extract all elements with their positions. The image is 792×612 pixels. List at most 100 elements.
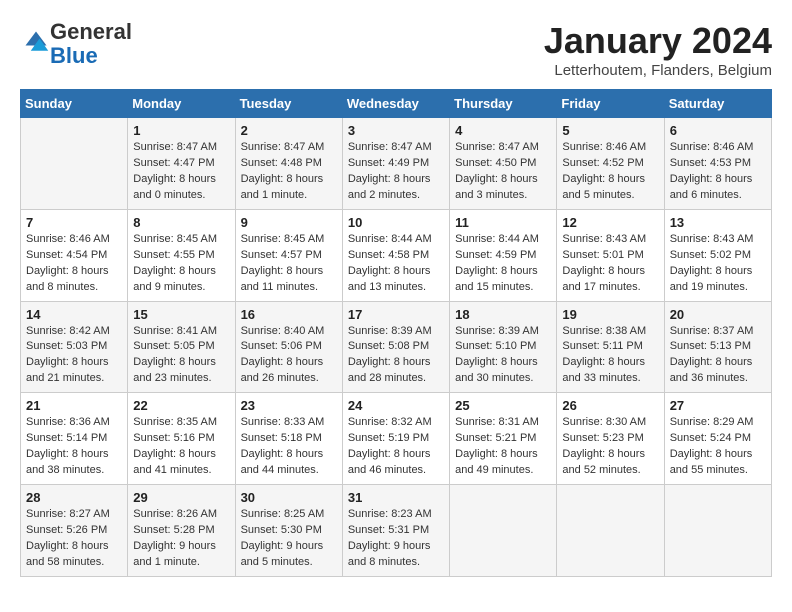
calendar-cell: 9 Sunrise: 8:45 AMSunset: 4:57 PMDaylight… bbox=[235, 209, 342, 301]
calendar-cell: 15Sunrise: 8:41 AMSunset: 5:05 PMDayligh… bbox=[128, 301, 235, 393]
day-info: Sunrise: 8:46 AMSunset: 4:54 PMDaylight:… bbox=[26, 232, 122, 296]
day-info: Sunrise: 8:46 AMSunset: 4:52 PMDaylight:… bbox=[562, 140, 658, 204]
day-info: Sunrise: 8:39 AMSunset: 5:10 PMDaylight:… bbox=[455, 324, 551, 388]
day-number: 14 bbox=[26, 307, 122, 322]
day-info: Sunrise: 8:47 AMSunset: 4:48 PMDaylight:… bbox=[241, 140, 337, 204]
day-info: Sunrise: 8:44 AMSunset: 4:58 PMDaylight:… bbox=[348, 232, 444, 296]
day-number: 25 bbox=[455, 398, 551, 413]
day-info: Sunrise: 8:47 AMSunset: 4:47 PMDaylight:… bbox=[133, 140, 229, 204]
calendar-cell: 26 Sunrise: 8:30 AMSunset: 5:23 PMDayligh… bbox=[557, 393, 664, 485]
weekday-header-wednesday: Wednesday bbox=[342, 90, 449, 118]
weekday-header-tuesday: Tuesday bbox=[235, 90, 342, 118]
day-info: Sunrise: 8:37 AMSunset: 5:13 PMDaylight:… bbox=[670, 324, 766, 388]
calendar-cell: 18Sunrise: 8:39 AMSunset: 5:10 PMDayligh… bbox=[450, 301, 557, 393]
calendar-table: SundayMondayTuesdayWednesdayThursdayFrid… bbox=[20, 89, 772, 577]
day-info: Sunrise: 8:32 AMSunset: 5:19 PMDaylight:… bbox=[348, 415, 444, 479]
day-number: 23 bbox=[241, 398, 337, 413]
day-number: 22 bbox=[133, 398, 229, 413]
weekday-header-saturday: Saturday bbox=[664, 90, 771, 118]
calendar-cell: 11 Sunrise: 8:44 AMSunset: 4:59 PMDayligh… bbox=[450, 209, 557, 301]
day-number: 12 bbox=[562, 215, 658, 230]
weekday-header-monday: Monday bbox=[128, 90, 235, 118]
day-info: Sunrise: 8:42 AMSunset: 5:03 PMDaylight:… bbox=[26, 324, 122, 388]
day-info: Sunrise: 8:35 AMSunset: 5:16 PMDaylight:… bbox=[133, 415, 229, 479]
calendar-body: 1 Sunrise: 8:47 AMSunset: 4:47 PMDaylight… bbox=[21, 118, 772, 577]
day-number: 30 bbox=[241, 490, 337, 505]
logo-blue: Blue bbox=[50, 43, 98, 68]
day-info: Sunrise: 8:40 AMSunset: 5:06 PMDaylight:… bbox=[241, 324, 337, 388]
calendar-cell: 12 Sunrise: 8:43 AMSunset: 5:01 PMDayligh… bbox=[557, 209, 664, 301]
calendar-cell: 14 Sunrise: 8:42 AMSunset: 5:03 PMDayligh… bbox=[21, 301, 128, 393]
logo-icon bbox=[22, 28, 50, 56]
calendar-cell: 20 Sunrise: 8:37 AMSunset: 5:13 PMDayligh… bbox=[664, 301, 771, 393]
day-info: Sunrise: 8:23 AMSunset: 5:31 PMDaylight:… bbox=[348, 507, 444, 571]
day-info: Sunrise: 8:25 AMSunset: 5:30 PMDaylight:… bbox=[241, 507, 337, 571]
day-number: 24 bbox=[348, 398, 444, 413]
day-info: Sunrise: 8:36 AMSunset: 5:14 PMDaylight:… bbox=[26, 415, 122, 479]
day-number: 3 bbox=[348, 123, 444, 138]
calendar-cell: 7 Sunrise: 8:46 AMSunset: 4:54 PMDaylight… bbox=[21, 209, 128, 301]
calendar-cell: 30 Sunrise: 8:25 AMSunset: 5:30 PMDayligh… bbox=[235, 485, 342, 577]
day-number: 5 bbox=[562, 123, 658, 138]
day-info: Sunrise: 8:26 AMSunset: 5:28 PMDaylight:… bbox=[133, 507, 229, 571]
calendar-cell bbox=[21, 118, 128, 210]
day-number: 17 bbox=[348, 307, 444, 322]
calendar-week-row: 21 Sunrise: 8:36 AMSunset: 5:14 PMDayligh… bbox=[21, 393, 772, 485]
calendar-cell: 16Sunrise: 8:40 AMSunset: 5:06 PMDayligh… bbox=[235, 301, 342, 393]
day-info: Sunrise: 8:38 AMSunset: 5:11 PMDaylight:… bbox=[562, 324, 658, 388]
day-number: 7 bbox=[26, 215, 122, 230]
day-number: 9 bbox=[241, 215, 337, 230]
day-info: Sunrise: 8:46 AMSunset: 4:53 PMDaylight:… bbox=[670, 140, 766, 204]
day-info: Sunrise: 8:45 AMSunset: 4:57 PMDaylight:… bbox=[241, 232, 337, 296]
calendar-cell: 31 Sunrise: 8:23 AMSunset: 5:31 PMDayligh… bbox=[342, 485, 449, 577]
day-number: 31 bbox=[348, 490, 444, 505]
calendar-cell: 28Sunrise: 8:27 AMSunset: 5:26 PMDayligh… bbox=[21, 485, 128, 577]
day-info: Sunrise: 8:47 AMSunset: 4:50 PMDaylight:… bbox=[455, 140, 551, 204]
weekday-header-sunday: Sunday bbox=[21, 90, 128, 118]
header: General Blue January 2024 Letterhoutem, … bbox=[20, 20, 772, 79]
day-number: 20 bbox=[670, 307, 766, 322]
day-info: Sunrise: 8:44 AMSunset: 4:59 PMDaylight:… bbox=[455, 232, 551, 296]
calendar-cell: 23Sunrise: 8:33 AMSunset: 5:18 PMDayligh… bbox=[235, 393, 342, 485]
day-info: Sunrise: 8:29 AMSunset: 5:24 PMDaylight:… bbox=[670, 415, 766, 479]
day-info: Sunrise: 8:45 AMSunset: 4:55 PMDaylight:… bbox=[133, 232, 229, 296]
calendar-cell: 19 Sunrise: 8:38 AMSunset: 5:11 PMDayligh… bbox=[557, 301, 664, 393]
subtitle: Letterhoutem, Flanders, Belgium bbox=[544, 62, 772, 79]
logo-general: General bbox=[50, 19, 132, 44]
day-number: 1 bbox=[133, 123, 229, 138]
title-area: January 2024 Letterhoutem, Flanders, Bel… bbox=[544, 20, 772, 79]
logo: General Blue bbox=[20, 20, 132, 68]
day-number: 10 bbox=[348, 215, 444, 230]
day-number: 11 bbox=[455, 215, 551, 230]
calendar-cell: 17 Sunrise: 8:39 AMSunset: 5:08 PMDayligh… bbox=[342, 301, 449, 393]
day-number: 2 bbox=[241, 123, 337, 138]
day-number: 6 bbox=[670, 123, 766, 138]
day-info: Sunrise: 8:27 AMSunset: 5:26 PMDaylight:… bbox=[26, 507, 122, 571]
weekday-header-row: SundayMondayTuesdayWednesdayThursdayFrid… bbox=[21, 90, 772, 118]
calendar-cell: 24 Sunrise: 8:32 AMSunset: 5:19 PMDayligh… bbox=[342, 393, 449, 485]
calendar-week-row: 1 Sunrise: 8:47 AMSunset: 4:47 PMDaylight… bbox=[21, 118, 772, 210]
day-number: 4 bbox=[455, 123, 551, 138]
calendar-cell: 8 Sunrise: 8:45 AMSunset: 4:55 PMDaylight… bbox=[128, 209, 235, 301]
day-number: 19 bbox=[562, 307, 658, 322]
day-number: 8 bbox=[133, 215, 229, 230]
calendar-cell bbox=[664, 485, 771, 577]
main-title: January 2024 bbox=[544, 20, 772, 62]
day-info: Sunrise: 8:43 AMSunset: 5:01 PMDaylight:… bbox=[562, 232, 658, 296]
calendar-cell: 6 Sunrise: 8:46 AMSunset: 4:53 PMDaylight… bbox=[664, 118, 771, 210]
day-number: 21 bbox=[26, 398, 122, 413]
calendar-cell: 25 Sunrise: 8:31 AMSunset: 5:21 PMDayligh… bbox=[450, 393, 557, 485]
calendar-cell: 5 Sunrise: 8:46 AMSunset: 4:52 PMDaylight… bbox=[557, 118, 664, 210]
day-info: Sunrise: 8:31 AMSunset: 5:21 PMDaylight:… bbox=[455, 415, 551, 479]
day-info: Sunrise: 8:30 AMSunset: 5:23 PMDaylight:… bbox=[562, 415, 658, 479]
calendar-cell: 4 Sunrise: 8:47 AMSunset: 4:50 PMDaylight… bbox=[450, 118, 557, 210]
day-number: 29 bbox=[133, 490, 229, 505]
day-info: Sunrise: 8:39 AMSunset: 5:08 PMDaylight:… bbox=[348, 324, 444, 388]
day-info: Sunrise: 8:47 AMSunset: 4:49 PMDaylight:… bbox=[348, 140, 444, 204]
day-number: 26 bbox=[562, 398, 658, 413]
day-info: Sunrise: 8:41 AMSunset: 5:05 PMDaylight:… bbox=[133, 324, 229, 388]
calendar-cell: 27Sunrise: 8:29 AMSunset: 5:24 PMDayligh… bbox=[664, 393, 771, 485]
calendar-cell: 10 Sunrise: 8:44 AMSunset: 4:58 PMDayligh… bbox=[342, 209, 449, 301]
calendar-week-row: 28Sunrise: 8:27 AMSunset: 5:26 PMDayligh… bbox=[21, 485, 772, 577]
calendar-header: SundayMondayTuesdayWednesdayThursdayFrid… bbox=[21, 90, 772, 118]
